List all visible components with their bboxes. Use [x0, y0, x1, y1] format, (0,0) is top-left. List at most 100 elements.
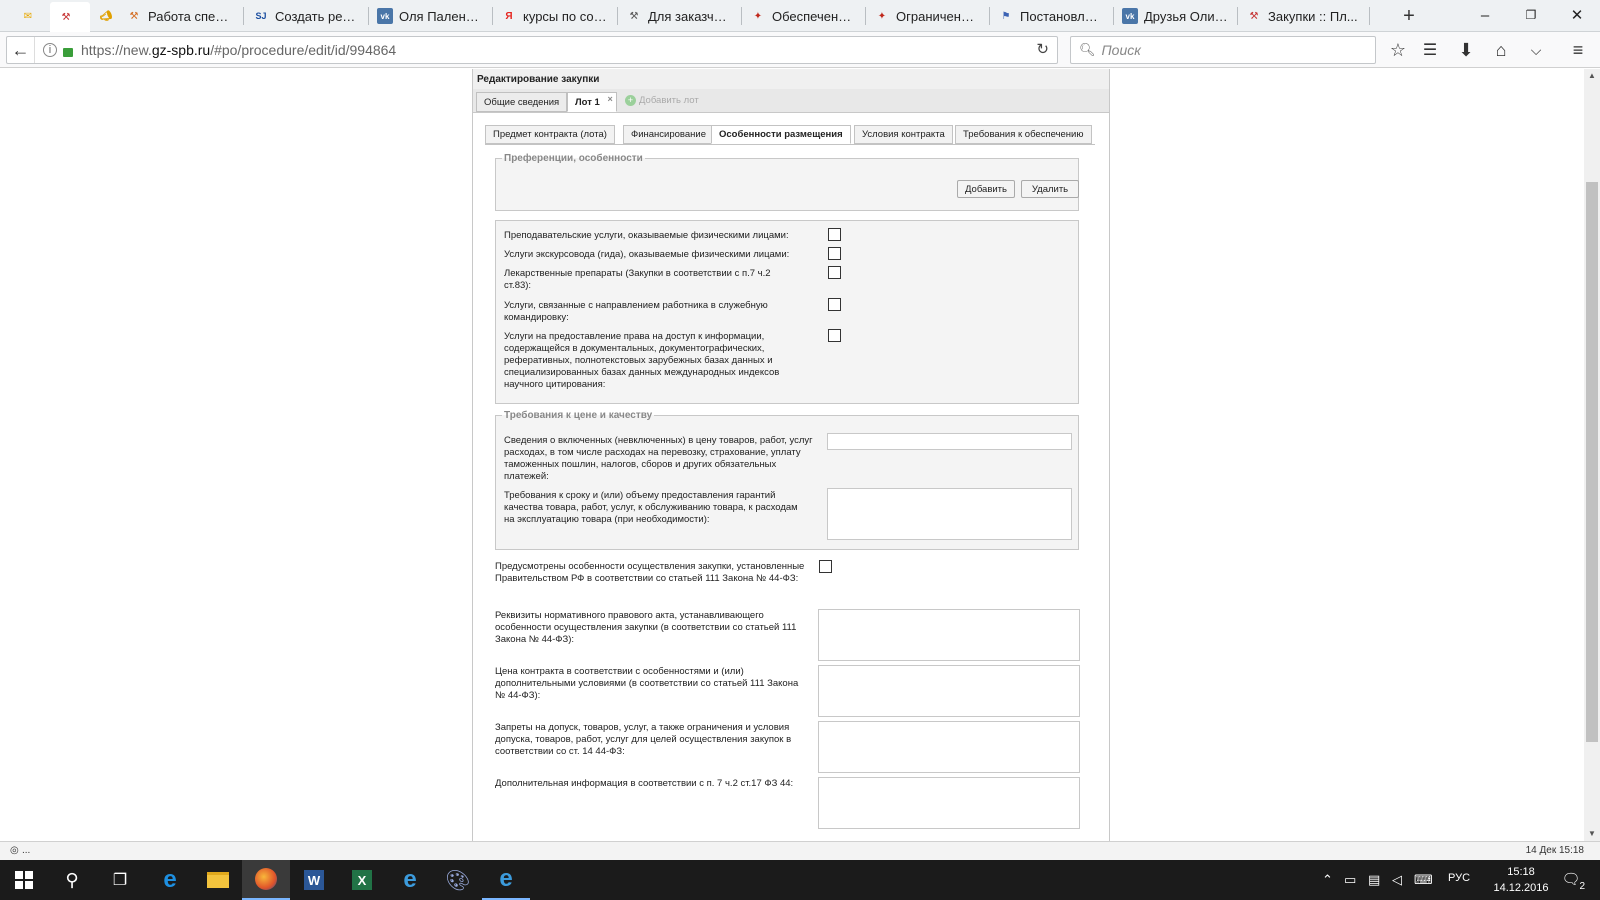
download-icon[interactable]: ⬇︎	[1452, 37, 1480, 63]
browser-tab[interactable]: ✦ Ограничение ...	[866, 2, 988, 30]
menu-icon[interactable]: ≡	[1564, 37, 1592, 63]
start-button[interactable]	[0, 860, 48, 900]
back-button-icon[interactable]: ←	[7, 37, 35, 63]
tab-placement-features[interactable]: Особенности размещения	[711, 125, 851, 144]
emblem-icon: ✦	[877, 10, 887, 22]
minimize-button[interactable]: –	[1462, 0, 1508, 30]
add-lot-button[interactable]: + Добавить лот	[625, 95, 699, 106]
special-field-textarea[interactable]	[818, 721, 1080, 773]
vk-icon: vk	[377, 8, 393, 24]
special-field-textarea[interactable]	[818, 665, 1080, 717]
special-field-label: Запреты на допуск, товаров, услуг, а так…	[495, 722, 792, 757]
edge-icon[interactable]: e	[146, 860, 194, 900]
service-type-checkbox[interactable]	[828, 329, 841, 342]
service-type-checkbox[interactable]	[828, 298, 841, 311]
tab-security-requirements[interactable]: Требования к обеспечению	[955, 125, 1092, 144]
url-text[interactable]: https://new.gz-spb.ru/#po/procedure/edit…	[81, 42, 396, 58]
browser-tab[interactable]: Якурсы по сост...	[493, 2, 616, 30]
service-type-label: Лекарственные препараты (Закупки в соотв…	[504, 268, 771, 291]
internet-explorer-2-icon[interactable]: e	[482, 860, 530, 900]
reload-icon[interactable]: ↻	[1036, 40, 1049, 58]
keyboard-icon[interactable]: ⌨	[1414, 872, 1433, 888]
browser-tab[interactable]: vk Друзья Оли П...	[1114, 2, 1236, 30]
search-taskbar-icon[interactable]: ⚲	[48, 860, 96, 900]
browser-tab[interactable]: ⚒ Работа специ...	[118, 2, 242, 30]
special-field-textarea[interactable]	[818, 777, 1080, 829]
volume-icon[interactable]: ◁︎	[1392, 872, 1402, 888]
tab-title: Обеспечение ...	[772, 8, 856, 24]
close-tab-icon[interactable]: ×	[608, 94, 613, 104]
scroll-down-arrow[interactable]: ▼	[1584, 827, 1600, 841]
special-features-checkbox[interactable]	[819, 560, 832, 573]
close-window-button[interactable]: ✕	[1554, 0, 1600, 30]
browser-tab[interactable]: 📣︎	[90, 2, 118, 30]
excel-icon[interactable]: X	[338, 860, 386, 900]
action-center-icon[interactable]: 🗨︎ 2	[1560, 870, 1586, 892]
preferences-legend: Преференции, особенности	[504, 153, 643, 164]
browser-tab[interactable]: ✉	[12, 2, 48, 30]
scroll-up-arrow[interactable]: ▲	[1584, 69, 1600, 83]
service-type-checkbox[interactable]	[828, 247, 841, 260]
pocket-icon[interactable]: ⌵	[1522, 37, 1550, 63]
tab-title: Создать резю...	[275, 8, 359, 24]
search-bar[interactable]: 🔍︎ Поиск	[1070, 36, 1376, 64]
new-tab-button[interactable]: +	[1396, 4, 1422, 28]
paint-icon[interactable]: 🎨︎	[434, 860, 482, 900]
special-features-label: Предусмотрены особенности осуществления …	[495, 561, 805, 584]
special-field-textarea[interactable]	[818, 609, 1080, 661]
flag-icon: ⚑	[1001, 10, 1011, 22]
browser-tab[interactable]: ⚒	[50, 2, 90, 32]
notification-count: 2	[1578, 881, 1586, 892]
restore-button[interactable]: ❐	[1508, 0, 1554, 30]
quality-guarantee-textarea[interactable]	[827, 488, 1072, 540]
tab-title: Ограничение ...	[896, 8, 980, 24]
tab-separator	[1369, 7, 1370, 25]
browser-tab-strip: ✉ ⚒ 📣︎ ⚒ Работа специ... SJ Создать резю... vk О…	[0, 0, 1600, 32]
browser-tab[interactable]: ✦ Обеспечение ...	[742, 2, 864, 30]
scrollbar-thumb[interactable]	[1586, 182, 1598, 742]
reading-list-icon[interactable]: ☰	[1416, 37, 1444, 63]
price-inclusion-input[interactable]	[827, 433, 1072, 450]
browser-tab[interactable]: ⚒ Закупки :: Пл...	[1238, 2, 1368, 30]
service-type-label: Услуги, связанные с направлением работни…	[504, 300, 768, 323]
windows-logo-icon	[15, 871, 33, 889]
home-icon[interactable]: ⌂	[1487, 37, 1515, 63]
battery-icon[interactable]: ▭	[1344, 872, 1356, 888]
url-bar[interactable]: ← i https://new.gz-spb.ru/#po/procedure/…	[6, 36, 1058, 64]
quality-guarantee-label: Требования к сроку и (или) объему предос…	[504, 490, 798, 525]
hammer-icon: ⚒	[629, 10, 639, 22]
file-explorer-icon[interactable]	[194, 860, 242, 900]
lot-tabs: Общие сведения Лот 1 × + Добавить лот	[473, 89, 1109, 113]
browser-tab[interactable]: vk Оля Паленова	[369, 2, 491, 30]
tab-contract-terms[interactable]: Условия контракта	[854, 125, 953, 144]
internet-explorer-icon[interactable]: e	[386, 860, 434, 900]
tab-separator	[243, 7, 244, 25]
service-type-checkbox[interactable]	[828, 266, 841, 279]
url-domain: gz-spb.ru	[151, 42, 211, 58]
search-placeholder: Поиск	[1101, 42, 1141, 58]
task-view-icon[interactable]: ❐	[96, 860, 144, 900]
section-tabs: Предмет контракта (лота) Финансирование …	[485, 121, 1095, 145]
browser-tab[interactable]: ⚒ Для заказчик...	[618, 2, 740, 30]
tab-contract-subject[interactable]: Предмет контракта (лота)	[485, 125, 615, 144]
clock-time: 15:18	[1507, 866, 1535, 878]
word-icon[interactable]: W	[290, 860, 338, 900]
tray-chevron-icon[interactable]: ⌃	[1322, 872, 1333, 888]
tab-general-info[interactable]: Общие сведения	[476, 92, 568, 112]
add-button[interactable]: Добавить	[957, 180, 1015, 198]
firefox-icon[interactable]	[242, 860, 290, 900]
tab-lot-1[interactable]: Лот 1 ×	[567, 92, 617, 112]
service-type-checkbox[interactable]	[828, 228, 841, 241]
panel-title: Редактирование закупки	[473, 69, 1109, 89]
tab-financing[interactable]: Финансирование	[623, 125, 714, 144]
language-indicator[interactable]: РУС	[1448, 872, 1470, 884]
info-icon[interactable]: i	[43, 43, 57, 57]
megaphone-icon: 📣︎	[99, 10, 113, 22]
browser-tab[interactable]: ⚑ Постановлен...	[990, 2, 1112, 30]
delete-button[interactable]: Удалить	[1021, 180, 1079, 198]
bookmark-star-icon[interactable]: ☆	[1384, 37, 1412, 63]
clock[interactable]: 15:18 14.12.2016	[1486, 864, 1556, 896]
network-icon[interactable]: ▤	[1368, 872, 1380, 888]
mail-icon: ✉	[23, 10, 33, 22]
browser-tab[interactable]: SJ Создать резю...	[245, 2, 367, 30]
